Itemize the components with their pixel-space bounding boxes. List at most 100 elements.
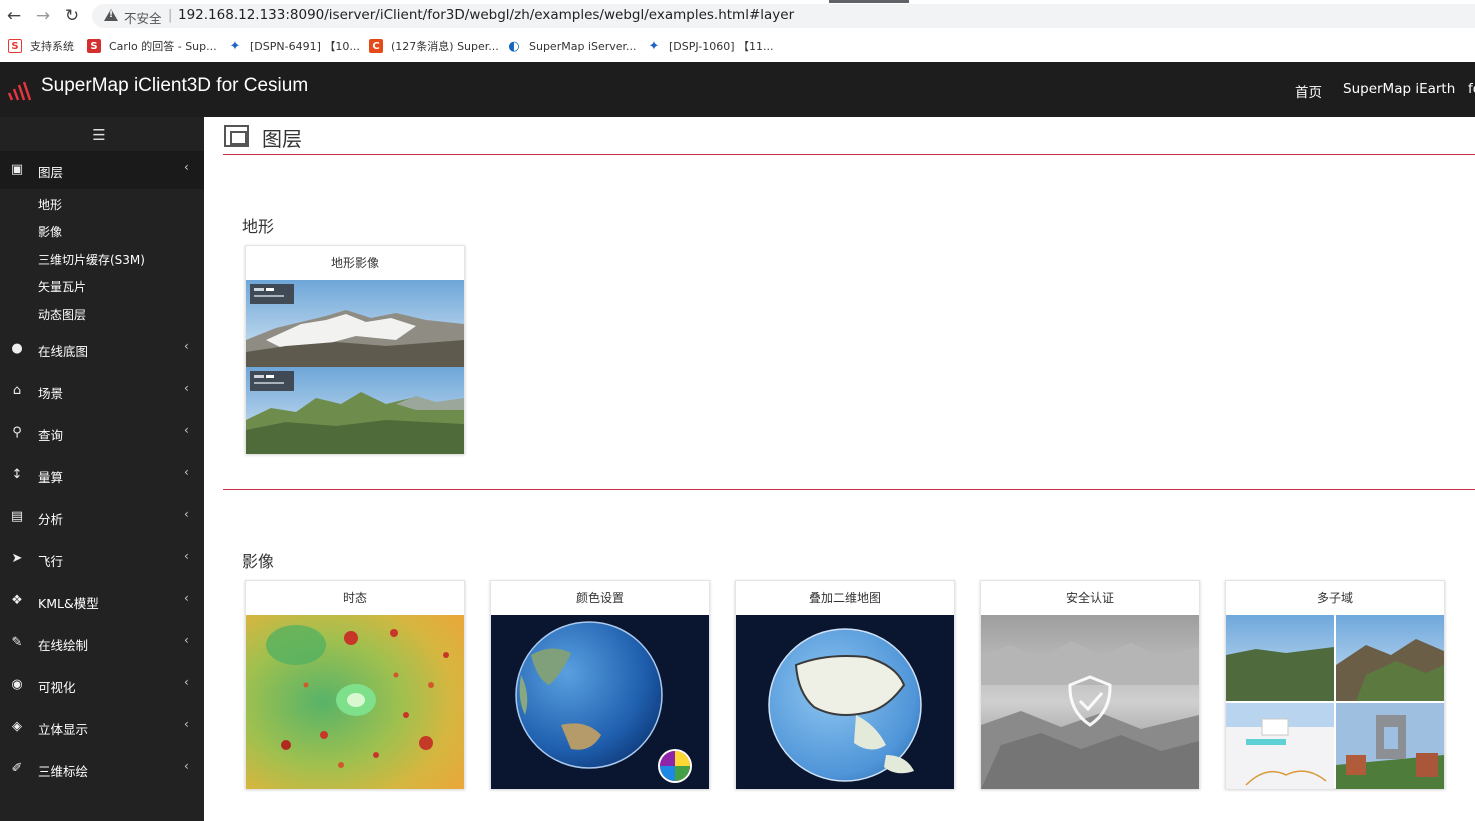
- globe-icon: ●: [11, 341, 23, 356]
- sidebar-item-3d-plotting[interactable]: ✐ 三维标绘 ‹: [0, 750, 204, 788]
- cube-icon: ◈: [12, 719, 22, 734]
- arrow-left-icon[interactable]: ←: [4, 6, 24, 26]
- card-thumbnail: [981, 615, 1199, 789]
- page-title: 图层: [262, 127, 302, 151]
- sidebar-subitem-terrain[interactable]: 地形: [38, 196, 62, 213]
- sidebar-item-visualization[interactable]: ◉ 可视化 ‹: [0, 666, 204, 704]
- warning-icon[interactable]: [104, 9, 118, 21]
- chevron-left-icon: ‹: [184, 591, 189, 605]
- nav-link-home[interactable]: 首页: [1295, 81, 1322, 101]
- sidebar-item-query[interactable]: ⚲ 查询 ‹: [0, 414, 204, 452]
- active-tab-indicator: [829, 0, 909, 3]
- bookmarks-bar: S 支持系统 S Carlo 的回答 - Sup... ✦ [DSPN-6491…: [0, 32, 1475, 60]
- layers-icon: [224, 125, 249, 147]
- sidebar-subitem-imagery[interactable]: 影像: [38, 223, 62, 240]
- chevron-left-icon: ‹: [184, 423, 189, 437]
- sidebar-item-kml-model[interactable]: ❖ KML&模型 ‹: [0, 582, 204, 620]
- example-card-temporal[interactable]: 时态: [245, 580, 465, 789]
- sidebar-item-online-basemap[interactable]: ● 在线底图 ‹: [0, 330, 204, 368]
- edit-icon: ✎: [11, 635, 23, 650]
- section-title-imagery: 影像: [242, 552, 275, 571]
- example-card-overlay-2d-map[interactable]: 叠加二维地图: [735, 580, 955, 789]
- sidebar-item-label: 分析: [38, 512, 64, 527]
- bookmark-label: [DSPN-6491] 【10...: [250, 40, 360, 53]
- bookmark-item[interactable]: C (127条消息) Super...: [369, 38, 499, 54]
- sidebar-subitem-dynamic-layer[interactable]: 动态图层: [38, 306, 86, 323]
- card-title: 安全认证: [1065, 591, 1114, 605]
- bookmark-item[interactable]: S 支持系统: [8, 38, 74, 54]
- chevron-left-icon: ‹: [184, 717, 189, 731]
- chevron-left-icon: ‹: [184, 633, 189, 647]
- sidebar-item-label: 查询: [38, 428, 64, 443]
- bookmark-label: [DSPJ-1060] 【11...: [669, 40, 774, 53]
- arrow-right-icon[interactable]: →: [33, 6, 53, 26]
- eye-icon: ◉: [11, 677, 23, 692]
- chevron-left-icon: ‹: [184, 339, 189, 353]
- chevron-left-icon: ‹: [184, 507, 189, 521]
- card-thumbnail: [246, 615, 464, 789]
- supermap-logo-icon[interactable]: [8, 79, 34, 101]
- sidebar-item-analysis[interactable]: ▤ 分析 ‹: [0, 498, 204, 536]
- bookmark-label: (127条消息) Super...: [391, 40, 499, 53]
- section-title-terrain: 地形: [242, 217, 275, 236]
- bookmark-item[interactable]: S Carlo 的回答 - Sup...: [87, 38, 217, 54]
- sidebar-item-flight[interactable]: ➤ 飞行 ‹: [0, 540, 204, 578]
- url-separator: |: [168, 8, 173, 23]
- card-title: 时态: [342, 591, 367, 605]
- sidebar-item-label: 在线绘制: [38, 638, 89, 653]
- chevron-left-icon: ‹: [184, 381, 189, 395]
- bookmark-label: SuperMap iServer...: [529, 39, 637, 53]
- app-title[interactable]: SuperMap iClient3D for Cesium: [41, 75, 308, 97]
- sidebar-subitem-s3m[interactable]: 三维切片缓存(S3M): [38, 251, 145, 268]
- card-title: 颜色设置: [575, 591, 624, 605]
- bookmark-favicon-icon: S: [87, 39, 101, 53]
- nav-link-truncated[interactable]: fo: [1468, 81, 1475, 97]
- bank-icon: ⌂: [12, 383, 22, 398]
- card-title: 地形影像: [330, 256, 379, 270]
- example-card-terrain-imagery[interactable]: 地形影像: [245, 245, 465, 454]
- sidebar-item-label: 量算: [38, 470, 64, 485]
- sidebar-subitem-vector-tiles[interactable]: 矢量瓦片: [38, 278, 86, 295]
- sidebar-item-label: KML&模型: [38, 596, 99, 611]
- sidebar-item-label: 飞行: [38, 554, 64, 569]
- url-text[interactable]: 192.168.12.133:8090/iserver/iClient/for3…: [178, 7, 794, 23]
- bookmark-favicon-icon: ✦: [648, 38, 660, 54]
- bookmark-item[interactable]: ✦ [DSPN-6491] 【10...: [228, 38, 360, 54]
- sidebar-item-online-draw[interactable]: ✎ 在线绘制 ‹: [0, 624, 204, 662]
- sidebar-item-stereo-display[interactable]: ◈ 立体显示 ‹: [0, 708, 204, 746]
- sidebar-item-label: 三维标绘: [38, 764, 89, 779]
- card-thumbnail: [491, 615, 709, 789]
- card-title: 多子域: [1316, 591, 1353, 605]
- chevron-left-icon: ‹: [184, 465, 189, 479]
- bookmark-label: 支持系统: [30, 40, 74, 53]
- divider: [223, 154, 1475, 155]
- example-card-color-settings[interactable]: 颜色设置: [490, 580, 710, 789]
- bookmark-favicon-icon: ✦: [229, 38, 241, 54]
- example-card-security-auth[interactable]: 安全认证: [980, 580, 1200, 789]
- sidebar-item-measure[interactable]: ↕ 量算 ‹: [0, 456, 204, 494]
- sidebar-item-scene[interactable]: ⌂ 场景 ‹: [0, 372, 204, 410]
- sidebar-item-layers[interactable]: ▣ 图层 ‹: [0, 151, 204, 189]
- ruler-icon: ↕: [11, 467, 23, 482]
- bookmark-favicon-icon: S: [8, 39, 22, 53]
- chevron-left-icon: ‹: [184, 675, 189, 689]
- bookmark-item[interactable]: ◐ SuperMap iServer...: [507, 38, 637, 54]
- sidebar: ☰ ▣ 图层 ‹ 地形 影像 三维切片缓存(S3M) 矢量瓦片 动态图层 ● 在…: [0, 117, 204, 821]
- sidebar-item-label: 在线底图: [38, 344, 89, 359]
- hamburger-icon[interactable]: ☰: [92, 126, 106, 144]
- chevron-left-icon: ‹: [184, 549, 189, 563]
- card-thumbnail: [246, 280, 464, 454]
- address-bar[interactable]: 不安全 | 192.168.12.133:8090/iserver/iClien…: [92, 4, 1475, 28]
- reload-icon[interactable]: ↻: [62, 6, 82, 26]
- main-content: 图层 地形 地形影像 影像 时态 颜色设置 叠加二维地图 安全认证 多子域: [204, 117, 1475, 821]
- map-icon: ▤: [10, 509, 24, 524]
- chevron-left-icon: ‹: [184, 160, 189, 174]
- bookmark-item[interactable]: ✦ [DSPJ-1060] 【11...: [647, 38, 774, 54]
- card-title: 叠加二维地图: [808, 591, 881, 605]
- example-card-multi-subdomain[interactable]: 多子域: [1225, 580, 1445, 789]
- paper-plane-icon: ➤: [11, 551, 23, 566]
- chevron-left-icon: ‹: [184, 759, 189, 773]
- insecure-label[interactable]: 不安全: [124, 8, 162, 27]
- nav-link-iearth[interactable]: SuperMap iEarth: [1343, 81, 1455, 97]
- pencil-icon: ✐: [11, 761, 23, 776]
